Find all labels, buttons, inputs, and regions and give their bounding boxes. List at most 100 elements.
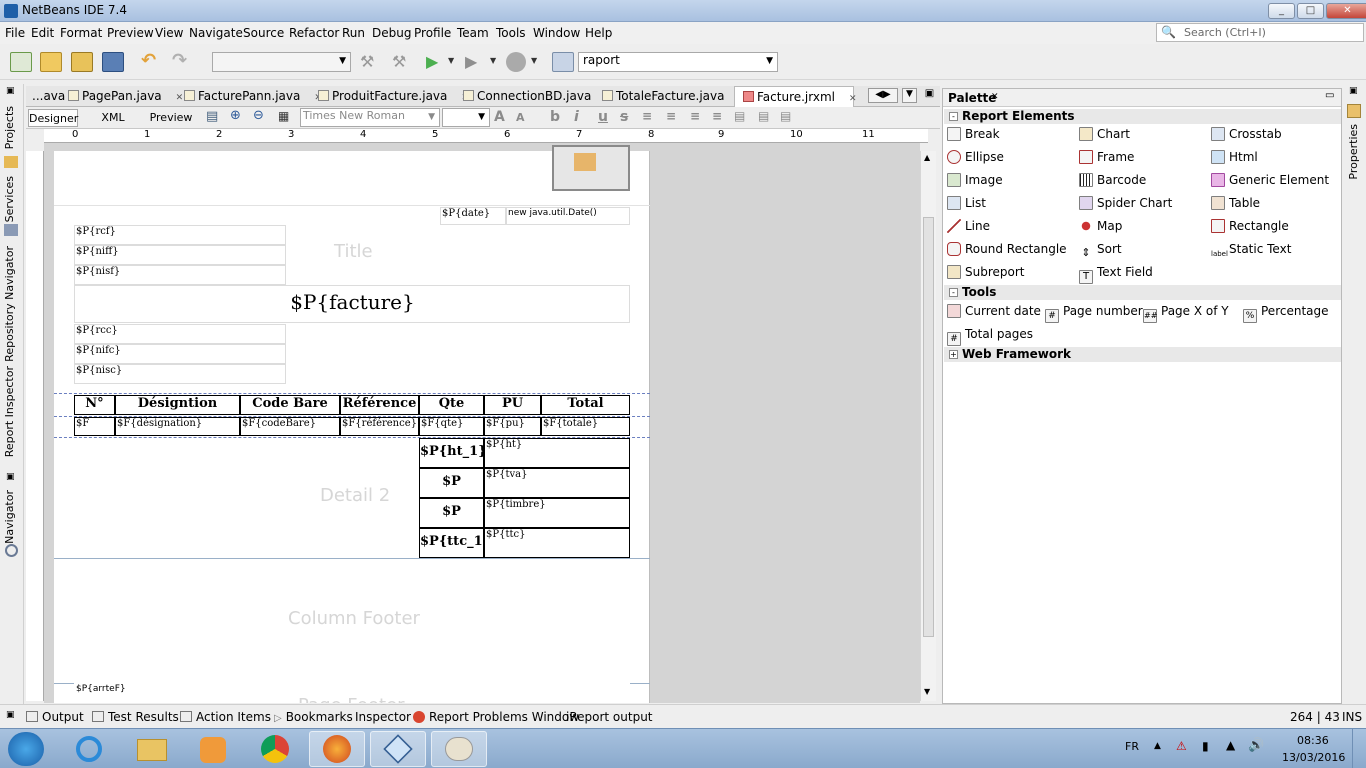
palette-item-percentage[interactable]: % Percentage xyxy=(1243,304,1329,323)
grid-icon[interactable]: ▦ xyxy=(278,109,289,123)
nisf-field[interactable]: $P{nisf} xyxy=(74,265,286,285)
tray-expand-icon[interactable]: ▲ xyxy=(1154,741,1161,751)
tab-designer[interactable]: Designer xyxy=(28,109,78,127)
tab-ava[interactable]: ...ava xyxy=(32,86,65,107)
table-header-cell[interactable]: Code Bare xyxy=(240,395,340,415)
new-file-icon[interactable] xyxy=(10,52,32,72)
table-header-cell[interactable]: PU xyxy=(484,395,541,415)
title-band[interactable]: Title $P{date} new java.util.Date() $P{r… xyxy=(54,145,650,394)
report-combo[interactable]: raport ▼ xyxy=(578,52,778,72)
tab-xml[interactable]: XML xyxy=(96,109,130,127)
table-header-cell[interactable]: Référence xyxy=(340,395,419,415)
total-value-cell[interactable]: $P{tva} xyxy=(484,468,630,498)
scroll-up-icon[interactable]: ▲ xyxy=(924,153,930,162)
tab-totalefacture[interactable]: TotaleFacture.java✕ xyxy=(602,86,746,107)
palette-item-html[interactable]: Html xyxy=(1211,150,1258,164)
media-player-icon[interactable] xyxy=(186,731,242,767)
align-middle-icon[interactable]: ▤ xyxy=(758,109,769,123)
italic-icon[interactable]: i xyxy=(574,109,579,125)
run-icon[interactable]: ▶ xyxy=(426,52,448,72)
chrome-icon[interactable] xyxy=(248,731,304,767)
save-all-icon[interactable] xyxy=(102,52,124,72)
logo-image[interactable] xyxy=(552,145,630,191)
scroll-down-icon[interactable]: ▼ xyxy=(924,687,930,696)
palette-item-spider-chart[interactable]: Spider Chart xyxy=(1079,196,1172,210)
palette-item-round-rectangle[interactable]: Round Rectangle xyxy=(947,242,1067,256)
zoom-out-icon[interactable]: ⊖ xyxy=(253,108,264,123)
restore-window-group-icon[interactable]: ▣ xyxy=(6,86,15,96)
undo-icon[interactable]: ↶ xyxy=(141,50,163,71)
palette-item-frame[interactable]: Frame xyxy=(1079,150,1134,164)
profile-dropdown-icon[interactable]: ▼ xyxy=(531,56,539,76)
network-warning-icon[interactable]: ⚠ xyxy=(1176,739,1187,753)
align-bottom-icon[interactable]: ▤ xyxy=(780,109,791,123)
netbeans-taskbar-icon[interactable] xyxy=(370,731,426,767)
align-top-icon[interactable]: ▤ xyxy=(734,109,745,123)
menu-view[interactable]: View xyxy=(155,26,183,40)
menu-edit[interactable]: Edit xyxy=(31,26,54,40)
tab-produitfacture[interactable]: ProduitFacture.java✕ xyxy=(318,86,469,107)
maximize-button[interactable]: □ xyxy=(1297,3,1324,19)
open-project-icon[interactable] xyxy=(71,52,93,72)
bold-icon[interactable]: b xyxy=(550,109,560,125)
rcc-field[interactable]: $P{rcc} xyxy=(74,324,286,344)
report-designer-canvas[interactable]: Title $P{date} new java.util.Date() $P{r… xyxy=(44,143,920,703)
minimize-button[interactable]: _ xyxy=(1268,3,1295,19)
font-family-combo[interactable]: Times New Roman ▼ xyxy=(300,108,440,127)
build-icon[interactable]: ⚒ xyxy=(360,52,382,72)
debug-dropdown-icon[interactable]: ▼ xyxy=(490,56,498,76)
palette-item-ellipse[interactable]: Ellipse xyxy=(947,150,1004,164)
align-right-icon[interactable]: ≡ xyxy=(690,109,700,123)
restore-window-group-icon[interactable]: ▣ xyxy=(6,472,15,482)
battery-icon[interactable]: ▮ xyxy=(1202,739,1209,753)
rcf-field[interactable]: $P{rcf} xyxy=(74,225,286,245)
report-page[interactable]: Title $P{date} new java.util.Date() $P{r… xyxy=(54,145,650,703)
table-header-cell[interactable]: N° xyxy=(74,395,115,415)
tab-list-dropdown-icon[interactable]: ▼ xyxy=(902,88,917,103)
menu-run[interactable]: Run xyxy=(342,26,365,40)
clock-time[interactable]: 08:36 xyxy=(1297,734,1329,747)
tab-connectionbd[interactable]: ConnectionBD.java✕ xyxy=(463,86,613,107)
nisc-field[interactable]: $P{nisc} xyxy=(74,364,286,384)
palette-item-break[interactable]: Break xyxy=(947,127,1000,141)
clean-build-icon[interactable]: ⚒ xyxy=(392,52,414,72)
restore-window-icon[interactable]: ▣ xyxy=(922,88,937,103)
menu-profile[interactable]: Profile xyxy=(414,26,451,40)
tab-scroll-arrows[interactable]: ◀▶ xyxy=(868,88,898,103)
palette-item-table[interactable]: Table xyxy=(1211,196,1260,210)
close-icon[interactable]: ✕ xyxy=(991,92,999,102)
decrease-font-icon[interactable]: A xyxy=(516,111,525,124)
file-explorer-icon[interactable] xyxy=(124,731,180,767)
increase-font-icon[interactable]: A xyxy=(494,109,505,125)
palette-item-map[interactable]: Map xyxy=(1079,219,1122,233)
scrollbar-thumb[interactable] xyxy=(923,217,934,637)
palette-item-barcode[interactable]: Barcode xyxy=(1079,173,1146,187)
total-value-cell[interactable]: $P{timbre} xyxy=(484,498,630,528)
palette-item-rectangle[interactable]: Rectangle xyxy=(1211,219,1289,233)
tab-facture-jrxml[interactable]: Facture.jrxml ✕ xyxy=(734,86,857,107)
services-panel-tab[interactable]: Services xyxy=(3,176,16,222)
strikethrough-icon[interactable]: s xyxy=(620,109,628,125)
menu-source[interactable]: Source xyxy=(243,26,284,40)
navigator-tab[interactable]: Navigator xyxy=(3,490,16,544)
restore-window-group-icon[interactable]: ▣ xyxy=(1349,86,1358,96)
menu-tools[interactable]: Tools xyxy=(496,26,526,40)
palette-item-crosstab[interactable]: Crosstab xyxy=(1211,127,1282,141)
palette-item-sort[interactable]: ⇕ Sort xyxy=(1079,242,1121,261)
properties-panel-tab[interactable]: Properties xyxy=(1347,124,1360,180)
table-header-cell[interactable]: Total xyxy=(541,395,630,415)
palette-item-generic-element[interactable]: Generic Element xyxy=(1211,173,1329,187)
clock-date[interactable]: 13/03/2016 xyxy=(1282,751,1345,764)
tab-pagepan[interactable]: PagePan.java ✕ xyxy=(68,86,183,107)
date-field[interactable]: $P{date} xyxy=(440,207,506,225)
inspector-tab[interactable]: Inspector xyxy=(355,710,411,724)
table-header-cell[interactable]: Qte xyxy=(419,395,484,415)
web-framework-category[interactable]: + Web Framework xyxy=(944,347,1341,362)
palette-item-page-number[interactable]: # Page number xyxy=(1045,304,1143,323)
font-size-combo[interactable]: ▼ xyxy=(442,108,490,127)
signal-icon[interactable]: ▲ xyxy=(1226,738,1235,752)
action-items-tab[interactable]: Action Items xyxy=(180,710,271,724)
repository-navigator-tab[interactable]: Repository Navigator xyxy=(3,246,16,362)
align-left-icon[interactable]: ≡ xyxy=(642,109,652,123)
restore-window-group-icon[interactable]: ▣ xyxy=(6,710,15,720)
